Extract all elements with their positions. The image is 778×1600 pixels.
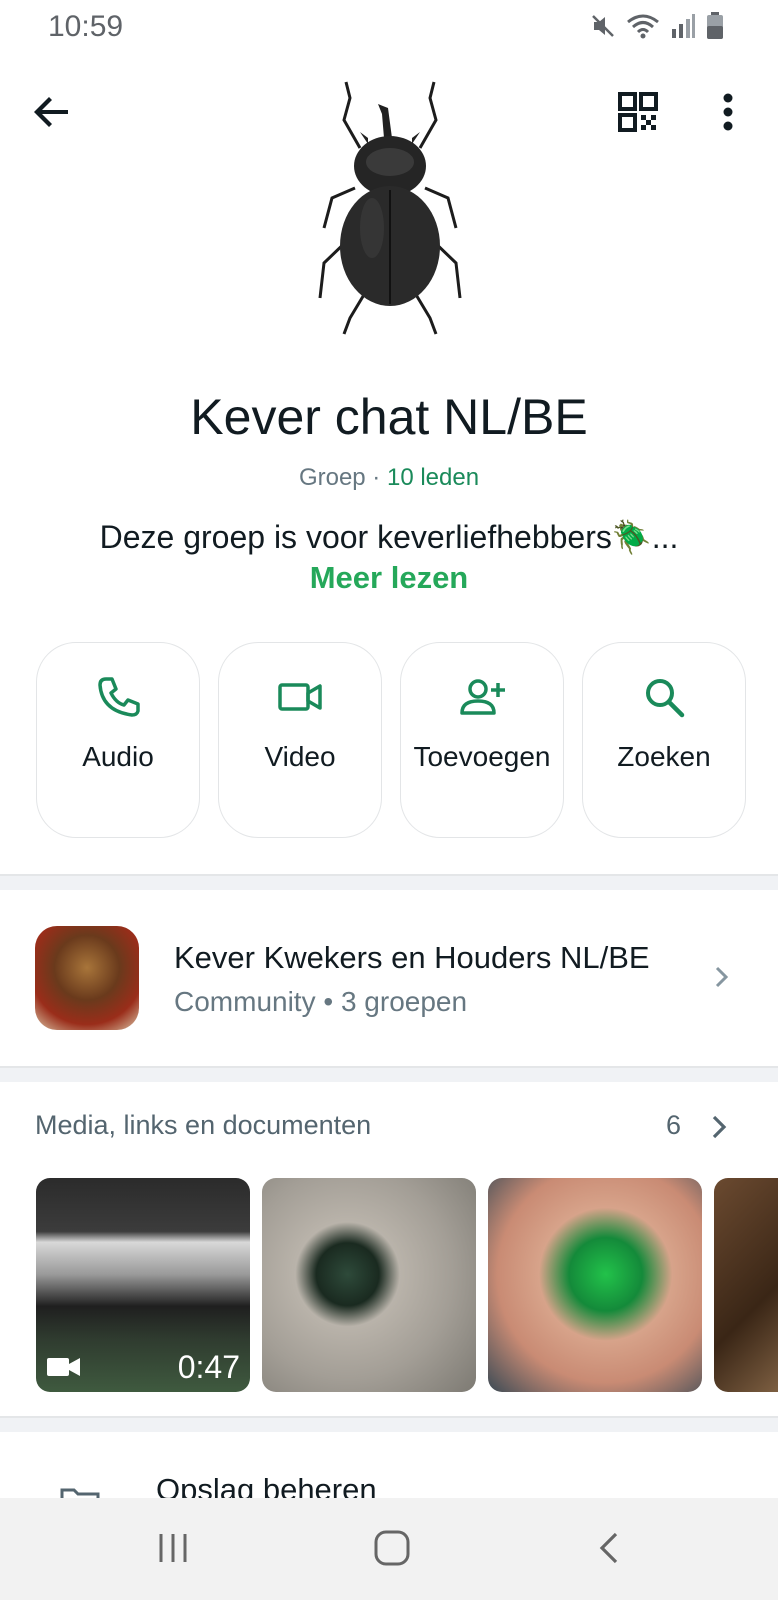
group-description: Deze groep is voor keverliefhebbers🪲... xyxy=(99,519,679,555)
signal-icon xyxy=(672,14,695,38)
home-icon[interactable] xyxy=(372,1528,412,1568)
community-title: Kever Kwekers en Houders NL/BE xyxy=(174,940,650,975)
mute-icon xyxy=(592,15,614,37)
system-nav-bar xyxy=(0,1498,778,1600)
more-options-button[interactable] xyxy=(708,88,748,136)
media-count[interactable]: 6 xyxy=(666,1110,681,1141)
add-member-button[interactable]: Toevoegen xyxy=(400,642,564,838)
more-vert-icon xyxy=(723,93,733,131)
group-members-count[interactable]: 10 leden xyxy=(387,464,479,491)
section-divider xyxy=(0,1066,778,1082)
search-button[interactable]: Zoeken xyxy=(582,642,746,838)
media-thumbnail-image[interactable] xyxy=(714,1178,778,1392)
status-time: 10:59 xyxy=(48,10,124,43)
status-icons xyxy=(590,12,724,40)
video-label: Video xyxy=(264,741,336,772)
qr-code-button[interactable] xyxy=(614,88,662,136)
add-label: Toevoegen xyxy=(413,741,551,772)
group-name: Kever chat NL/BE xyxy=(190,389,588,445)
manage-storage-row[interactable]: Opslag beheren xyxy=(0,1432,778,1498)
phone-icon xyxy=(98,677,140,717)
audio-call-button[interactable]: Audio xyxy=(36,642,200,838)
nav-back-icon[interactable] xyxy=(596,1528,622,1568)
media-thumbnail-image[interactable] xyxy=(488,1178,702,1392)
media-header[interactable]: Media, links en documenten xyxy=(35,1110,371,1141)
chevron-right-icon xyxy=(715,966,729,988)
manage-storage-label: Opslag beheren xyxy=(156,1472,377,1498)
section-divider xyxy=(0,1416,778,1432)
video-camera-icon xyxy=(47,1358,80,1376)
folder-icon xyxy=(60,1488,100,1498)
group-type: Groep · xyxy=(298,464,387,491)
wifi-icon xyxy=(627,14,659,39)
back-button[interactable] xyxy=(28,88,76,136)
qr-code-icon xyxy=(618,92,658,132)
beetle-icon xyxy=(318,81,462,335)
community-avatar xyxy=(35,926,139,1030)
video-camera-icon xyxy=(278,683,322,711)
back-arrow-icon xyxy=(34,97,68,127)
community-subtitle: Community • 3 groepen xyxy=(174,986,468,1017)
media-thumbnail-video[interactable]: 0:47 xyxy=(36,1178,250,1392)
community-row[interactable]: Kever Kwekers en Houders NL/BE Community… xyxy=(0,892,778,1066)
audio-label: Audio xyxy=(82,741,154,772)
group-meta: Groep · 10 leden xyxy=(0,464,778,492)
status-bar: 10:59 xyxy=(0,0,778,54)
section-divider xyxy=(0,874,778,890)
action-buttons: Audio Video Toevoegen Zoeken xyxy=(36,642,746,838)
battery-icon xyxy=(707,12,723,39)
search-icon xyxy=(646,679,685,718)
media-strip: 0:47 xyxy=(36,1178,778,1392)
chevron-right-icon[interactable] xyxy=(708,1112,732,1142)
video-call-button[interactable]: Video xyxy=(218,642,382,838)
read-more-link[interactable]: Meer lezen xyxy=(0,560,778,596)
group-avatar[interactable] xyxy=(310,78,470,338)
add-person-icon xyxy=(460,679,505,715)
video-duration: 0:47 xyxy=(177,1349,240,1385)
media-thumbnail-image[interactable] xyxy=(262,1178,476,1392)
recent-apps-icon[interactable] xyxy=(155,1528,191,1568)
search-label: Zoeken xyxy=(617,741,711,772)
